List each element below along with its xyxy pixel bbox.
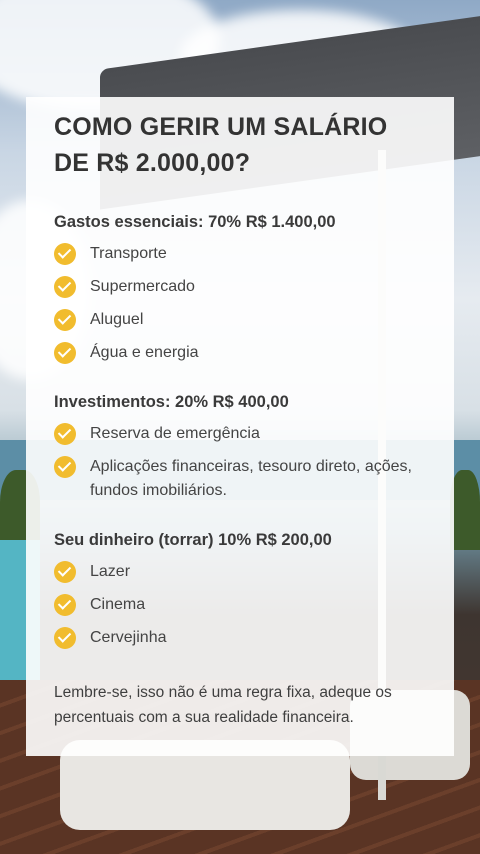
check-circle-icon [54,243,76,265]
page-title: COMO GERIR UM SALÁRIO DE R$ 2.000,00? [54,113,388,177]
check-circle-icon [54,561,76,583]
section-heading: Gastos essenciais: 70% R$ 1.400,00 [54,213,336,231]
footer-note: Lembre-se, isso não é uma regra fixa, ad… [54,684,392,726]
list-item: Supermercado [54,275,426,299]
check-circle-icon [54,276,76,298]
check-circle-icon [54,456,76,478]
list-item: Cinema [54,593,426,617]
check-circle-icon [54,627,76,649]
check-circle-icon [54,342,76,364]
list-item: Aplicações financeiras, tesouro direto, … [54,455,426,503]
check-circle-icon [54,594,76,616]
check-circle-icon [54,309,76,331]
list-item: Lazer [54,560,426,584]
section-investments: Investimentos: 20% R$ 400,00 Reserva de … [54,393,426,503]
section-essential-expenses: Gastos essenciais: 70% R$ 1.400,00 Trans… [54,213,426,365]
list-item: Reserva de emergência [54,422,426,446]
section-your-money: Seu dinheiro (torrar) 10% R$ 200,00 Laze… [54,531,426,650]
section-heading: Investimentos: 20% R$ 400,00 [54,393,289,411]
check-circle-icon [54,423,76,445]
section-heading: Seu dinheiro (torrar) 10% R$ 200,00 [54,531,332,549]
info-card: COMO GERIR UM SALÁRIO DE R$ 2.000,00? Ga… [26,97,454,756]
list-item: Água e energia [54,341,426,365]
list-item: Cervejinha [54,626,426,650]
list-item: Transporte [54,242,426,266]
list-item: Aluguel [54,308,426,332]
